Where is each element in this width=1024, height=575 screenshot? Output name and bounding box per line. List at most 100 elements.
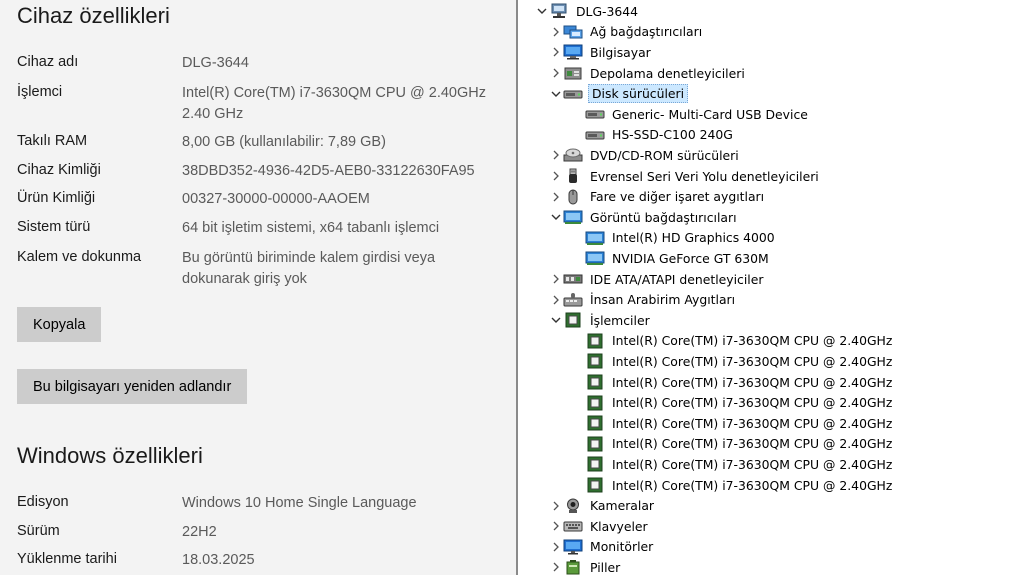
tree-device[interactable]: Intel(R) Core(TM) i7-3630QM CPU @ 2.40GH… (571, 372, 894, 393)
tree-device[interactable]: Intel(R) Core(TM) i7-3630QM CPU @ 2.40GH… (571, 392, 894, 413)
chevron-right-icon[interactable] (549, 274, 563, 284)
device-spec-value: 8,00 GB (kullanılabilir: 7,89 GB) (182, 134, 386, 150)
chevron-down-icon[interactable] (549, 213, 563, 221)
tree-category[interactable]: IDE ATA/ATAPI denetleyiciler (549, 269, 765, 290)
copy-button[interactable]: Kopyala (17, 307, 102, 342)
device-spec-value: dokunarak giriş yok (182, 271, 307, 287)
processor-icon (585, 456, 605, 472)
tree-node-label: Intel(R) Core(TM) i7-3630QM CPU @ 2.40GH… (612, 436, 893, 452)
chevron-right-icon[interactable] (549, 171, 563, 181)
tree-category[interactable]: Monitörler (549, 537, 655, 558)
tree-device[interactable]: Intel(R) HD Graphics 4000 (571, 228, 777, 249)
tree-node-label: DVD/CD-ROM sürücüleri (590, 147, 739, 163)
battery-icon (563, 559, 583, 575)
network-adapter-icon (563, 24, 583, 40)
tree-device[interactable]: Intel(R) Core(TM) i7-3630QM CPU @ 2.40GH… (571, 413, 894, 434)
chevron-down-icon[interactable] (535, 7, 549, 15)
tree-category[interactable]: Kameralar (549, 495, 656, 516)
tree-device[interactable]: Generic- Multi-Card USB Device (571, 104, 810, 125)
tree-node-label: Bilgisayar (590, 44, 651, 60)
tree-category[interactable]: Disk sürücüleri (549, 83, 689, 104)
chevron-right-icon[interactable] (549, 521, 563, 531)
tree-node-label: IDE ATA/ATAPI denetleyiciler (590, 271, 764, 287)
windows-spec-label: Yüklenme tarihi (17, 551, 117, 567)
tree-category[interactable]: İşlemciler (549, 310, 652, 331)
chevron-right-icon[interactable] (549, 295, 563, 305)
device-spec-label: Cihaz adı (17, 54, 79, 70)
tree-device[interactable]: HS-SSD-C100 240G (571, 125, 735, 146)
dvd-drive-icon (563, 147, 583, 163)
tree-node-label: Intel(R) Core(TM) i7-3630QM CPU @ 2.40GH… (612, 374, 893, 390)
tree-category[interactable]: Klavyeler (549, 516, 650, 537)
tree-category[interactable]: İnsan Arabirim Aygıtları (549, 289, 737, 310)
processor-icon (585, 333, 605, 349)
processor-icon (585, 353, 605, 369)
tree-node-label: Intel(R) Core(TM) i7-3630QM CPU @ 2.40GH… (612, 333, 893, 349)
chevron-down-icon[interactable] (549, 316, 563, 324)
chevron-right-icon[interactable] (549, 68, 563, 78)
tree-node-label: Intel(R) Core(TM) i7-3630QM CPU @ 2.40GH… (612, 353, 893, 369)
device-spec-value: 2.40 GHz (182, 106, 244, 122)
tree-category[interactable]: Görüntü bağdaştırıcıları (549, 207, 739, 228)
device-spec-label: İşlemci (17, 84, 63, 100)
tree-category[interactable]: Evrensel Seri Veri Yolu denetleyicileri (549, 166, 821, 187)
device-spec-value: Bu görüntü biriminde kalem girdisi veya (182, 250, 436, 266)
chevron-right-icon[interactable] (549, 150, 563, 160)
device-specs-title: Cihaz özellikleri (17, 3, 170, 28)
tree-node-label: Görüntü bağdaştırıcıları (590, 209, 737, 225)
tree-device[interactable]: Intel(R) Core(TM) i7-3630QM CPU @ 2.40GH… (571, 454, 894, 475)
device-spec-value: 00327-30000-00000-AAOEM (182, 191, 370, 207)
usb-icon (563, 168, 583, 184)
tree-root-computer[interactable]: DLG-3644 (535, 1, 640, 22)
chevron-right-icon[interactable] (549, 192, 563, 202)
tree-node-label: Intel(R) Core(TM) i7-3630QM CPU @ 2.40GH… (612, 395, 893, 411)
device-spec-label: Kalem ve dokunma (17, 249, 142, 265)
display-adapter-icon (585, 250, 605, 266)
keyboard-icon (563, 518, 583, 534)
tree-node-label: Klavyeler (590, 518, 648, 534)
processor-icon (585, 374, 605, 390)
chevron-right-icon[interactable] (549, 562, 563, 572)
tree-device[interactable]: Intel(R) Core(TM) i7-3630QM CPU @ 2.40GH… (571, 351, 894, 372)
tree-device[interactable]: Intel(R) Core(TM) i7-3630QM CPU @ 2.40GH… (571, 434, 894, 455)
tree-category[interactable]: Ağ bağdaştırıcıları (549, 22, 704, 43)
device-spec-value: Intel(R) Core(TM) i7-3630QM CPU @ 2.40GH… (182, 85, 486, 101)
chevron-down-icon[interactable] (549, 90, 563, 98)
tree-category[interactable]: Piller (549, 557, 622, 575)
processor-icon (585, 395, 605, 411)
chevron-right-icon[interactable] (549, 542, 563, 552)
settings-about-pane: Cihaz özellikleri Cihaz adı DLG-3644 İşlem… (0, 0, 516, 575)
root-computer-icon (549, 3, 569, 19)
rename-pc-button[interactable]: Bu bilgisayarı yeniden adlandır (17, 369, 248, 404)
chevron-right-icon[interactable] (549, 501, 563, 511)
tree-device[interactable]: Intel(R) Core(TM) i7-3630QM CPU @ 2.40GH… (571, 475, 894, 496)
tree-category[interactable]: Depolama denetleyicileri (549, 63, 747, 84)
device-spec-label: Takılı RAM (17, 133, 88, 149)
device-spec-label: Sistem türü (17, 219, 91, 235)
tree-node-label: HS-SSD-C100 240G (612, 127, 733, 143)
tree-category[interactable]: Bilgisayar (549, 42, 653, 63)
tree-node-label: İnsan Arabirim Aygıtları (590, 292, 736, 308)
computer-icon (563, 44, 583, 60)
tree-category[interactable]: Fare ve diğer işaret aygıtları (549, 186, 766, 207)
tree-node-label: Intel(R) Core(TM) i7-3630QM CPU @ 2.40GH… (612, 456, 893, 472)
tree-node-label: Evrensel Seri Veri Yolu denetleyicileri (590, 168, 819, 184)
tree-category[interactable]: DVD/CD-ROM sürücüleri (549, 145, 741, 166)
tree-device[interactable]: NVIDIA GeForce GT 630M (571, 248, 771, 269)
mouse-icon (563, 189, 583, 205)
chevron-right-icon[interactable] (549, 27, 563, 37)
tree-node-label: Generic- Multi-Card USB Device (612, 106, 808, 122)
device-spec-value: DLG-3644 (182, 55, 249, 71)
tree-node-label: Intel(R) HD Graphics 4000 (612, 230, 775, 246)
disk-drive-icon (585, 106, 605, 122)
windows-spec-label: Edisyon (17, 494, 69, 510)
device-spec-value: 38DBD352-4936-42D5-AEB0-33122630FA95 (182, 163, 475, 179)
ide-controller-icon (563, 271, 583, 287)
chevron-right-icon[interactable] (549, 47, 563, 57)
monitor-icon (563, 539, 583, 555)
windows-specs-title: Windows özellikleri (17, 443, 203, 468)
tree-node-label: Disk sürücüleri (588, 84, 689, 104)
disk-drive-icon (563, 86, 583, 102)
device-spec-label: Ürün Kimliği (17, 190, 96, 206)
tree-device[interactable]: Intel(R) Core(TM) i7-3630QM CPU @ 2.40GH… (571, 331, 894, 352)
